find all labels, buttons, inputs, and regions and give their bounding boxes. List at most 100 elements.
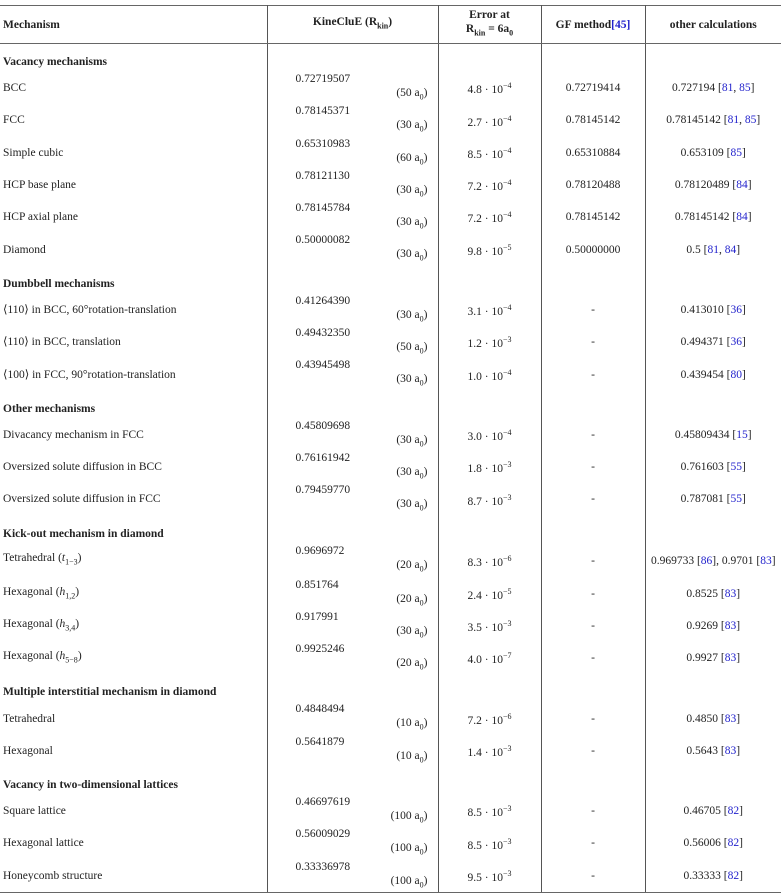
citation-link[interactable]: 83 [760, 555, 772, 567]
citation-link[interactable]: 83 [725, 745, 737, 757]
rkin-number: 30 [400, 119, 412, 132]
gf-value: - [540, 859, 645, 893]
other-calc-value: 0.78120489 [674, 179, 730, 192]
subscript: 0 [419, 314, 424, 324]
citation-link[interactable]: 55 [731, 461, 743, 473]
error-mantissa: 8.7 [467, 495, 482, 508]
error-mantissa: 8.5 [467, 148, 482, 161]
mechanism-name: BCC [0, 72, 267, 104]
mechanism-label: FCC [3, 114, 25, 127]
error-cell: 4.8 · 10−4 [437, 72, 541, 105]
rkin-value: (50 a0) [396, 341, 428, 356]
table-row: Hexagonal (h3,4) 0.917991 (30 a0) 3.5 · 10−… [0, 609, 781, 643]
mechanism-name: Diamond [0, 233, 267, 265]
empty-cell [266, 265, 438, 294]
citation-link[interactable]: 81 [708, 244, 720, 256]
subscript: 0 [419, 471, 424, 481]
citation-link[interactable]: 83 [725, 713, 737, 725]
error-exponent: −4 [502, 367, 512, 377]
citation-link[interactable]: 81 [722, 82, 734, 94]
error-cell: 2.7 · 10−4 [437, 104, 541, 137]
citation-link[interactable]: 86 [701, 555, 713, 567]
error-exponent: −3 [502, 804, 512, 814]
rkin-number: 10 [400, 717, 412, 730]
rkin-number: 30 [400, 498, 412, 511]
error-cell: 8.5 · 10−3 [437, 827, 541, 860]
empty-cell [437, 515, 541, 544]
rkin-value: (100 a0) [390, 874, 428, 889]
kineclue-value: 0.76161942 [295, 451, 351, 464]
error-exponent: −4 [502, 145, 512, 155]
table-row: Simple cubic 0.65310983(60 a0) 8.5 · 10−4 0… [0, 136, 781, 169]
mechanism-label: Tetrahedral [3, 712, 56, 725]
citation-link[interactable]: 82 [728, 805, 740, 817]
kineclue-value: 0.56009029 [295, 828, 351, 841]
mechanism-label: ⟨100⟩ in FCC, 90°rotation-translation [3, 368, 176, 381]
citation-link[interactable]: 84 [736, 211, 748, 223]
rkin-value: (30 a0) [396, 433, 428, 448]
citation-link[interactable]: 81 [728, 114, 740, 126]
rkin-value: (20 a0) [396, 559, 428, 574]
kineclue-value: 0.45809698 [295, 419, 351, 432]
table-row: HCP axial plane 0.78145784 (30 a0) 7.2 · 10… [0, 201, 781, 234]
other-calc-cell: 0.969733 [86], 0.9701 [83] [644, 543, 781, 578]
other-calc-value: 0.4850 [686, 712, 719, 725]
section-header-row: Other mechanisms [0, 390, 781, 419]
table-row: Hexagonal (h5−8) 0.9925246 (20 a0) 4.0 · 10… [0, 642, 781, 675]
mechanism-label: Tetrahedral [3, 552, 56, 565]
section-header-row: Dumbbell mechanisms [0, 265, 781, 294]
citation-link[interactable]: 84 [725, 244, 737, 256]
rkin-number: 100 [394, 874, 412, 887]
citation-link[interactable]: 36 [731, 304, 743, 316]
citation-link[interactable]: 55 [731, 493, 743, 505]
table-row: ⟨100⟩ in FCC, 90°rotation-translation 0.4… [0, 358, 781, 391]
mechanism-name: Oversized solute diffusion in FCC [0, 483, 267, 515]
empty-cell [437, 390, 541, 419]
citation-link[interactable]: 85 [731, 147, 743, 159]
citation-link[interactable]: 85 [739, 82, 751, 94]
gf-value: - [540, 734, 645, 768]
table-row: Hexagonal lattice 0.56009029 (100 a0) 8.5 ·… [0, 827, 781, 860]
rkin-value: (30 a0) [396, 216, 428, 231]
rkin-value: (50 a0) [396, 87, 428, 102]
citation-link[interactable]: 80 [731, 369, 743, 381]
kineclue-value: 0.33336978 [295, 860, 351, 873]
mechanism-label: Diamond [3, 243, 46, 256]
citation-link[interactable]: 82 [728, 837, 740, 849]
rkin-value: (100 a0) [390, 810, 428, 825]
table-row: Oversized solute diffusion in BCC 0.76161… [0, 450, 781, 484]
table-row: Tetrahedral (t1−3) 0.9696972 (20 a0) 8.3 · … [0, 543, 781, 578]
rkin-value: (10 a0) [396, 717, 428, 732]
table-row: Square lattice 0.46697619 (100 a0) 8.5 · 10… [0, 795, 781, 828]
citation-link[interactable]: 83 [725, 652, 737, 664]
rkin-value: (30 a0) [396, 119, 428, 134]
rkin-value: (100 a0) [390, 842, 428, 857]
kineclue-cell: 0.79459770 (30 a0) [266, 483, 438, 516]
citation-link[interactable]: 84 [736, 179, 748, 191]
error-exponent: −4 [502, 303, 512, 313]
citation-link[interactable]: 15 [736, 429, 748, 441]
kineclue-value: 0.4848494 [295, 703, 345, 716]
header-error: Error at Rkin = 6a0 [437, 5, 541, 44]
results-table: Mechanism KineCluE (Rkin) Error at Rkin =… [0, 5, 781, 893]
kineclue-value: 0.65310983 [295, 137, 351, 150]
section-title: Dumbbell mechanisms [3, 277, 115, 290]
error-cell: 3.1 · 10−4 [437, 293, 541, 327]
kineclue-value: 0.9925246 [295, 643, 345, 656]
citation-link[interactable]: 83 [725, 588, 737, 600]
table-body: Vacancy mechanisms BCC 0.72719507 (50 a0) 4.… [0, 43, 781, 893]
citation-link[interactable]: [45] [611, 19, 630, 31]
section-header-row: Kick-out mechanism in diamond [0, 515, 781, 544]
header-kineclue: KineCluE (Rkin) [266, 5, 438, 44]
other-calc-value: 0.78145142 [666, 114, 721, 127]
rkin-number: 50 [400, 87, 412, 99]
citation-link[interactable]: 82 [728, 870, 740, 882]
citation-link[interactable]: 36 [731, 336, 743, 348]
citation-link[interactable]: 83 [725, 620, 737, 632]
section-title: Kick-out mechanism in diamond [3, 527, 164, 540]
mechanism-name: ⟨100⟩ in FCC, 90°rotation-translation [0, 358, 267, 390]
error-cell: 7.2 · 10−6 [437, 702, 541, 735]
citation-link[interactable]: 85 [745, 114, 757, 126]
mechanism-label: Hexagonal [3, 617, 53, 630]
error-exponent: −4 [502, 427, 512, 437]
